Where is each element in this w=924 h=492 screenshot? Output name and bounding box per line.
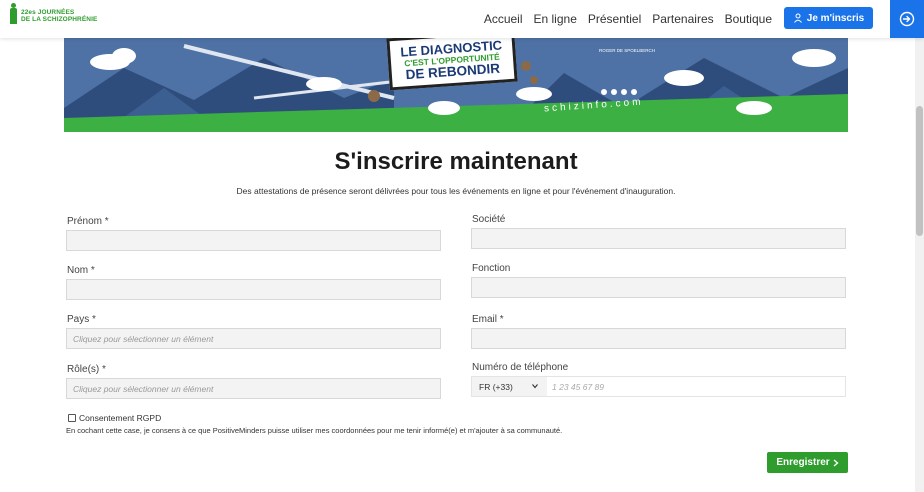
logo-line-1: 22es JOURNÉES	[21, 9, 75, 16]
consent-row: Consentement RGPD	[68, 413, 161, 423]
chevron-right-icon	[833, 458, 839, 467]
nav-presentiel[interactable]: Présentiel	[588, 12, 641, 26]
consent-checkbox[interactable]	[68, 414, 76, 422]
country-code-select[interactable]: FR (+33)	[472, 377, 547, 396]
required-mark: *	[104, 216, 109, 227]
nav-accueil[interactable]: Accueil	[484, 12, 523, 26]
email-label: Email *	[472, 314, 504, 325]
chevron-down-icon	[532, 384, 538, 389]
banner-headline-box: LE DIAGNOSTIC C'EST L'OPPORTUNITÉ DE REB…	[386, 38, 518, 91]
roles-placeholder: Cliquez pour sélectionner un élément	[73, 384, 214, 394]
page-scrollbar[interactable]	[915, 38, 924, 492]
pays-label: Pays *	[67, 314, 96, 325]
signup-label: Je m'inscris	[806, 12, 865, 24]
submit-label: Enregistrer	[776, 457, 830, 468]
consent-description: En cochant cette case, je consens à ce q…	[66, 426, 563, 435]
email-input[interactable]	[471, 328, 846, 349]
nav-partenaires[interactable]: Partenaires	[652, 12, 713, 26]
site-header: 22es JOURNÉES DE LA SCHIZOPHRÉNIE Accuei…	[0, 0, 924, 38]
nav-boutique[interactable]: Boutique	[725, 12, 772, 26]
event-banner: LE DIAGNOSTIC C'EST L'OPPORTUNITÉ DE REB…	[64, 38, 848, 132]
societe-label: Société	[472, 214, 506, 225]
signup-button[interactable]: Je m'inscris	[784, 7, 873, 29]
consent-label: Consentement RGPD	[79, 413, 162, 423]
nom-input[interactable]	[66, 279, 441, 300]
roles-label: Rôle(s) *	[67, 364, 106, 375]
required-mark: *	[92, 314, 96, 325]
nom-label: Nom *	[67, 265, 95, 276]
page-subtitle: Des attestations de présence seront déli…	[236, 186, 676, 196]
user-icon	[793, 13, 802, 23]
pays-placeholder: Cliquez pour sélectionner un élément	[73, 334, 214, 344]
required-mark: *	[102, 364, 106, 375]
roles-select[interactable]: Cliquez pour sélectionner un élément	[66, 378, 441, 399]
submit-button[interactable]: Enregistrer	[767, 452, 848, 473]
fonction-input[interactable]	[471, 277, 846, 298]
login-button[interactable]	[890, 0, 924, 38]
country-code-value: FR (+33)	[479, 382, 513, 392]
required-mark: *	[90, 265, 95, 276]
required-mark: *	[499, 314, 504, 325]
telephone-label: Numéro de téléphone	[472, 362, 569, 373]
pays-select[interactable]: Cliquez pour sélectionner un élément	[66, 328, 441, 349]
nav-en-ligne[interactable]: En ligne	[534, 12, 577, 26]
fonction-label: Fonction	[472, 263, 511, 274]
banner-sponsor: ROGER DE SPOELBERCH	[598, 48, 655, 53]
logo-line-2: DE LA SCHIZOPHRÉNIE	[21, 16, 98, 23]
site-logo[interactable]: 22es JOURNÉES DE LA SCHIZOPHRÉNIE	[10, 3, 98, 24]
login-arrow-icon	[899, 11, 915, 27]
main-nav: Accueil En ligne Présentiel Partenaires …	[484, 12, 772, 26]
logo-figure-icon	[10, 3, 17, 24]
societe-input[interactable]	[471, 228, 846, 249]
scrollbar-thumb[interactable]	[916, 106, 923, 236]
telephone-field: FR (+33) 1 23 45 67 89	[471, 376, 846, 397]
prenom-input[interactable]	[66, 230, 441, 251]
prenom-label: Prénom *	[67, 216, 109, 227]
page-title: S'inscrire maintenant	[334, 148, 578, 175]
telephone-input[interactable]: 1 23 45 67 89	[552, 382, 604, 392]
